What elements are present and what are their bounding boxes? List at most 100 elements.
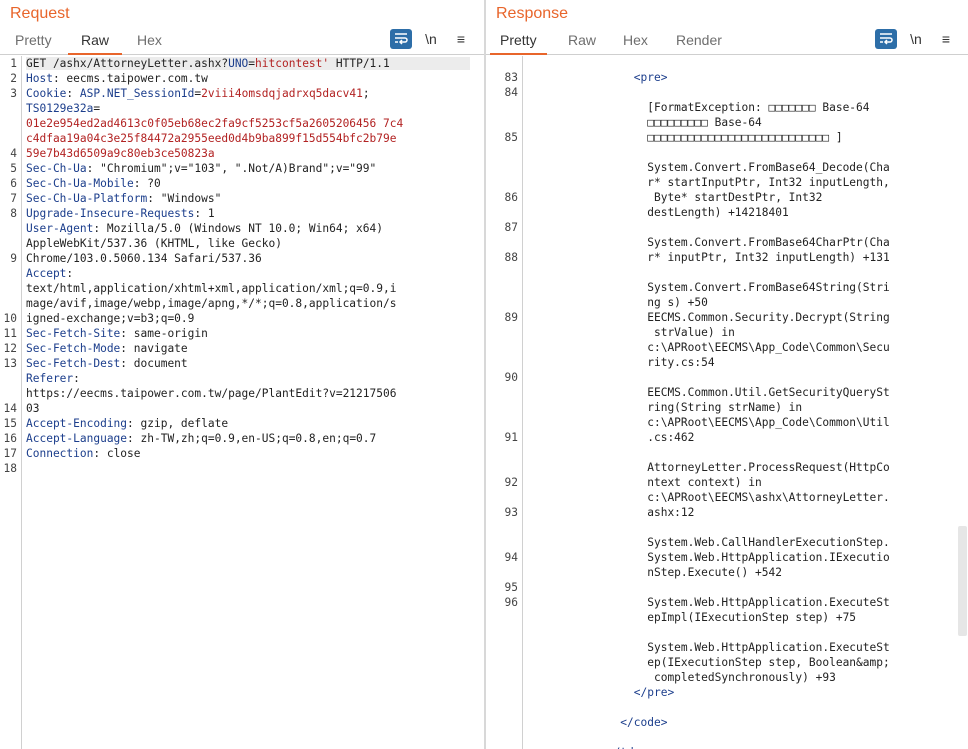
param-value: hitcontest' [255,57,330,70]
response-code-line: r* inputPtr, Int32 inputLength) +131 [526,251,890,264]
header-name: Sec-Fetch-Site [26,327,121,340]
request-code-line: 03 [26,402,39,415]
request-tab-pretty[interactable]: Pretty [15,32,52,53]
request-code-line: Chrome/103.0.5060.134 Safari/537.36 [26,252,262,265]
code-text: : document [120,357,188,370]
response-code-line: AttorneyLetter.ProcessRequest(HttpCo [526,461,890,474]
code-text: .cs:462 [526,431,695,444]
response-code-line: r* startInputPtr, Int32 inputLength, [526,176,890,189]
response-tab-render[interactable]: Render [676,32,722,53]
line-number: 9 [10,252,17,265]
header-name: Sec-Fetch-Dest [26,357,121,370]
response-code-line: System.Web.CallHandlerExecutionStep. [526,536,890,549]
line-number: 15 [3,417,17,430]
line-number: 7 [10,192,17,205]
request-tab-hex[interactable]: Hex [137,32,162,53]
code-text: HTTP/1.1 [329,57,390,70]
response-code-line: c:\APRoot\EECMS\App_Code\Common\Secu [526,341,890,354]
code-text: System.Web.CallHandlerExecutionStep. [526,536,890,549]
response-tab-hex[interactable]: Hex [623,32,648,53]
code-text: AppleWebKit/537.36 (KHTML, like Gecko) [26,237,282,250]
code-text: AttorneyLetter.ProcessRequest(HttpCo [526,461,890,474]
request-code-line: Cookie: ASP.NET_SessionId=2viii4omsdqjad… [26,87,370,100]
response-panel: Response Pretty Raw Hex Render \n ≡ 83 84… [486,0,968,749]
code-text: System.Convert.FromBase64String(Stri [526,281,890,294]
line-number: 95 [504,581,518,594]
request-code-line: https://eecms.taipower.com.tw/page/Plant… [26,387,396,400]
header-name: Referer [26,372,74,385]
response-code-line: System.Convert.FromBase64_Decode(Cha [526,161,889,174]
request-wrap-toggle-button[interactable] [390,29,412,49]
code-text: igned-exchange;v=b3;q=0.9 [26,312,195,325]
code-text: : "Chromium";v="103", ".Not/A)Brand";v="… [86,162,377,175]
request-code-line: Sec-Fetch-Site: same-origin [26,327,208,340]
line-number: 96 [504,596,518,609]
request-code-line: Sec-Fetch-Dest: document [26,357,188,370]
request-code-line: 01e2e954ed2ad4613c0f05eb68ec2fa9cf5253cf… [26,117,403,130]
code-text: 03 [26,402,40,415]
code-text: : "Windows" [147,192,222,205]
code-text: c:\APRoot\EECMS\App_Code\Common\Secu [526,341,890,354]
line-number: 5 [10,162,17,175]
request-code-line: c4dfaa19a04c3e25f84472a2955eed0d4b9ba899… [26,132,396,145]
header-name: User-Agent [26,222,94,235]
request-tab-raw[interactable]: Raw [68,32,123,55]
code-text: nStep.Execute() +542 [526,566,782,579]
request-code-line: AppleWebKit/537.36 (KHTML, like Gecko) [26,237,282,250]
line-number: 4 [10,147,17,160]
code-text: EECMS.Common.Security.Decrypt(String [526,311,890,324]
code-text: : gzip, deflate [127,417,229,430]
code-text: System.Web.HttpApplication.ExecuteSt [526,641,890,654]
header-name: ASP.NET_SessionId [79,87,195,100]
line-number: 92 [504,476,518,489]
response-editor[interactable]: 83 84 85 86 87 88 89 90 91 92 93 94 95 96 <pre> [Form… [486,56,968,749]
line-number: 10 [3,312,17,325]
line-number: 85 [504,131,518,144]
response-code-line: Byte* startDestPtr, Int32 [526,191,822,204]
request-code-line: GET /ashx/AttorneyLetter.ashx?UNO=hitcon… [26,57,470,70]
response-scrollbar[interactable] [958,526,967,636]
response-code-line: </pre> [526,686,674,699]
header-name: Accept-Encoding [26,417,128,430]
request-code-line: Upgrade-Insecure-Requests: 1 [26,207,215,220]
code-text: r* inputPtr, Int32 inputLength) +131 [526,251,890,264]
line-number: 93 [504,506,518,519]
response-wrap-toggle-button[interactable] [875,29,897,49]
request-code-line: Sec-Fetch-Mode: navigate [26,342,188,355]
code-text: ng s) +50 [526,296,708,309]
response-code-line: .cs:462 [526,431,694,444]
code-text: rity.cs:54 [526,356,715,369]
code-text: : [66,87,80,100]
code-text: Chrome/103.0.5060.134 Safari/537.36 [26,252,262,265]
line-number: 1 [10,57,17,70]
response-code-line: ntext context) in [526,476,762,489]
response-code-line: □□□□□□□□□ Base-64 [526,116,762,129]
response-code-line: System.Web.HttpApplication.ExecuteSt [526,596,889,609]
request-newline-button[interactable]: \n [420,29,442,49]
code-text: : Mozilla/5.0 (Windows NT 10.0; Win64; x… [93,222,383,235]
code-text: : navigate [120,342,188,355]
request-editor[interactable]: 1 2 3 4 5 6 7 8 9 10 11 12 13 14 15 16 17 18 GET /ashx/At… [0,56,484,749]
response-code-line: ashx:12 [526,506,694,519]
response-code-line: completedSynchronously) +93 [526,671,836,684]
param-value: 01e2e954ed2ad4613c0f05eb68ec2fa9cf5253cf… [26,117,404,130]
response-code-line: ep(IExecutionStep step, Boolean&amp; [526,656,889,669]
html-tag: </code> [620,716,668,729]
request-code-line: Accept: [26,267,73,280]
response-tab-raw[interactable]: Raw [568,32,596,53]
response-tab-pretty[interactable]: Pretty [490,32,547,55]
response-code-line: EECMS.Common.Util.GetSecurityQuerySt [526,386,889,399]
request-code-line: Sec-Ch-Ua-Mobile: ?0 [26,177,161,190]
code-text: : eecms.taipower.com.tw [52,72,208,85]
response-line-gutter: 83 84 85 86 87 88 89 90 91 92 93 94 95 96 [486,56,523,749]
header-name: Accept [26,267,67,280]
request-code-line: Host: eecms.taipower.com.tw [26,72,208,85]
request-menu-icon[interactable]: ≡ [450,29,472,49]
line-number: 83 [504,71,518,84]
response-menu-icon[interactable]: ≡ [935,29,957,49]
code-text: ntext context) in [526,476,762,489]
code-text: r* startInputPtr, Int32 inputLength, [526,176,890,189]
line-number: 6 [10,177,17,190]
response-newline-button[interactable]: \n [905,29,927,49]
